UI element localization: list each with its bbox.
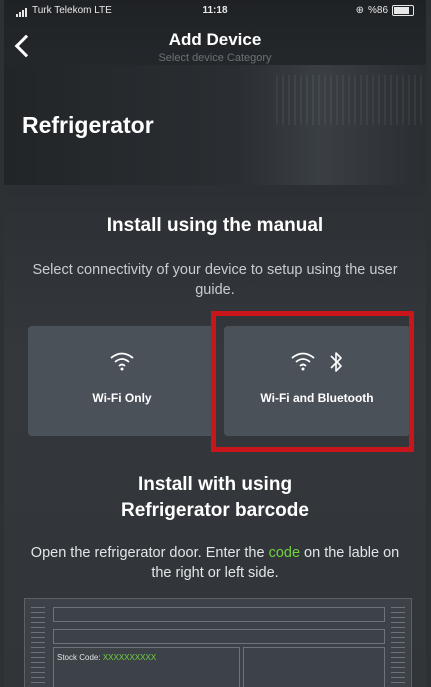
status-right: ⊕ %86: [356, 5, 414, 16]
stock-code-value: XXXXXXXXXX: [102, 653, 157, 662]
barcode-description: Open the refrigerator door. Enter the co…: [24, 543, 406, 583]
battery-percent: %86: [367, 5, 388, 16]
wifi-bluetooth-option[interactable]: Wi-Fi and Bluetooth: [224, 326, 410, 436]
barcode-heading-line2: Refrigerator barcode: [121, 500, 309, 521]
option-icons: [28, 350, 216, 372]
manual-heading: Install using the manual: [106, 215, 324, 236]
wifi-only-option[interactable]: Wi-Fi Only: [28, 326, 216, 436]
option-icons: [224, 350, 410, 374]
label-ruler-left: [31, 607, 45, 687]
label-field: [53, 607, 385, 622]
alarm-icon: ⊕: [355, 5, 364, 16]
barcode-label-illustration: Stock Code: XXXXXXXXXX: [24, 598, 412, 687]
option-label: Wi-Fi and Bluetooth: [260, 391, 374, 405]
bluetooth-icon: [330, 352, 342, 372]
device-name: Refrigerator: [22, 112, 154, 138]
status-bar: Turk Telekom LTE 11:18 ⊕ %86: [4, 0, 426, 22]
option-label: Wi-Fi Only: [92, 391, 152, 405]
page-subtitle: Select device Category: [158, 52, 272, 64]
app-screen: Turk Telekom LTE 11:18 ⊕ %86 Add Device …: [4, 0, 426, 687]
label-box: [243, 647, 385, 687]
battery-icon: [392, 5, 414, 16]
label-ruler-right: [391, 607, 405, 687]
wifi-icon: [110, 352, 134, 371]
barcode-desc-before: Open the refrigerator door. Enter the: [30, 545, 269, 561]
label-field: [53, 629, 385, 644]
manual-description: Select connectivity of your device to se…: [32, 262, 398, 298]
wifi-icon: [291, 352, 315, 371]
stock-code-label: Stock Code:: [57, 653, 101, 662]
page-title: Add Device: [168, 30, 262, 49]
barcode-heading-line1: Install with using: [137, 474, 293, 495]
barcode-heading: Install with using Refrigerator barcode: [4, 472, 426, 524]
code-highlight: code: [268, 545, 301, 561]
stock-code: Stock Code: XXXXXXXXXX: [57, 653, 156, 662]
